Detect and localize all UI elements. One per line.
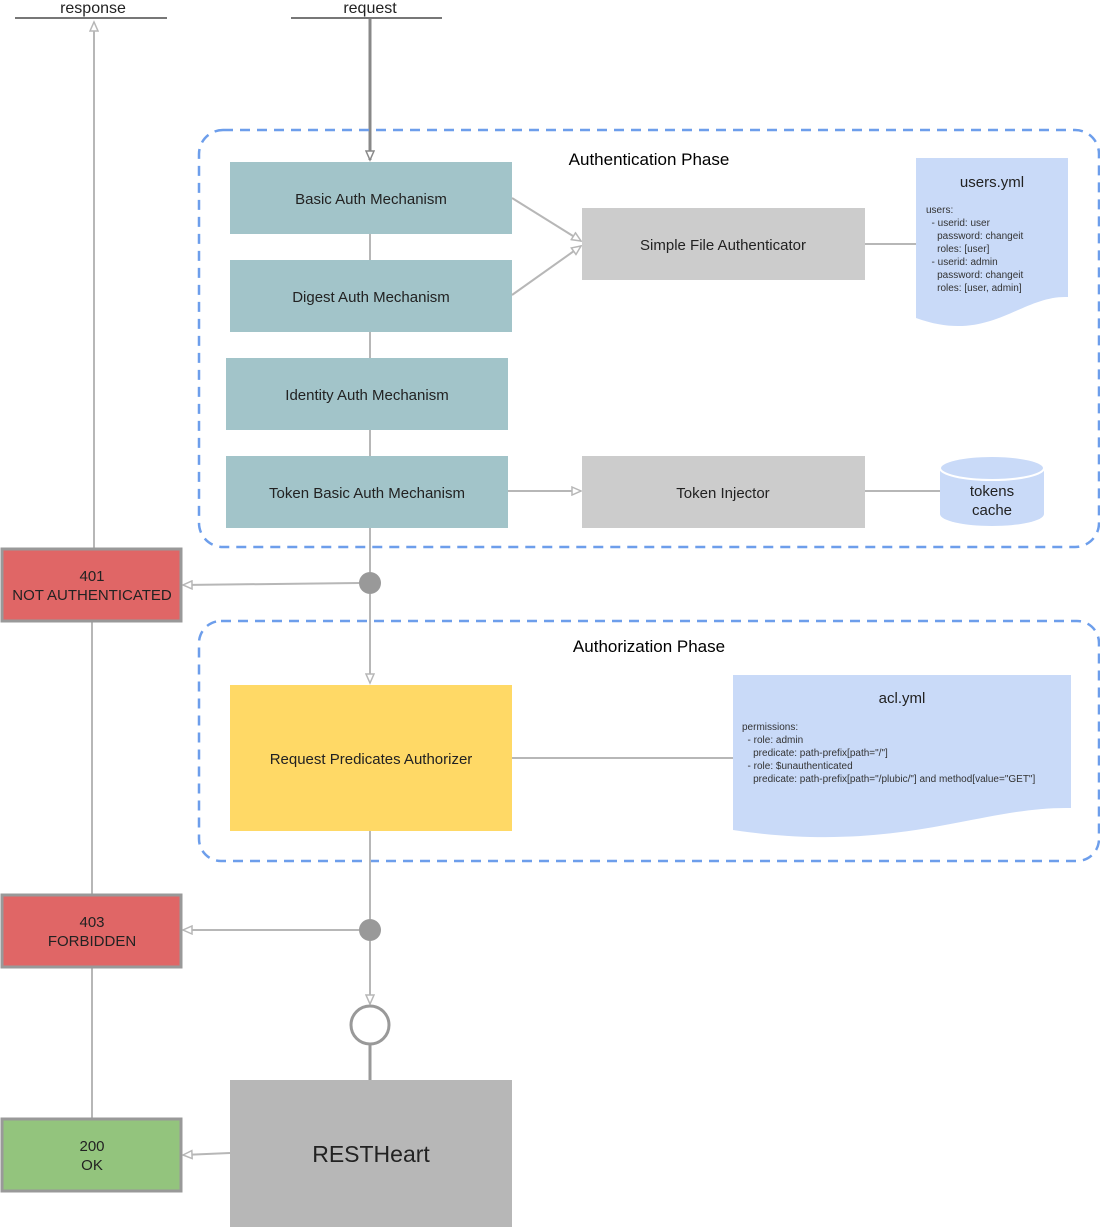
arrow-basic-to-authenticator [511,197,581,241]
authorizer-label: Request Predicates Authorizer [270,751,473,768]
code-line: predicate: path-prefix[path="/"] [742,748,888,759]
authentication-decision-node [359,572,381,594]
token-injector: Token Injector [582,456,865,528]
digest-auth-label: Digest Auth Mechanism [292,289,450,306]
token-basic-auth-mechanism: Token Basic Auth Mechanism [226,456,508,528]
basic-auth-mechanism: Basic Auth Mechanism [230,162,512,234]
request-label: request [343,0,397,17]
tokens-cache-database: tokens cache [939,455,1045,526]
response-200-box: 200 OK [0,1117,183,1193]
status-text: NOT AUTHENTICATED [12,587,172,604]
status-code: 403 [79,914,104,931]
server-interface-node [349,1004,391,1046]
tokens-cache-label: tokens [970,483,1014,500]
code-line: roles: [user] [926,244,990,255]
authorization-phase-title: Authorization Phase [573,637,725,656]
authenticator-label: Simple File Authenticator [640,237,806,254]
response-401-box: 401 NOT AUTHENTICATED [0,547,183,623]
status-code: 401 [79,568,104,585]
security-pipeline-diagram: response request Authentication Phase Ba… [0,0,1100,1227]
arrow-to-401 [183,583,360,585]
status-text: FORBIDDEN [48,933,136,950]
response-label: response [60,0,126,17]
response-403-box: 403 FORBIDDEN [0,893,183,969]
basic-auth-label: Basic Auth Mechanism [295,191,447,208]
code-line: - userid: admin [926,257,998,268]
identity-auth-mechanism: Identity Auth Mechanism [226,358,508,430]
arrow-to-200 [183,1153,231,1155]
code-line: - userid: user [926,218,991,229]
authentication-phase-title: Authentication Phase [569,150,730,169]
code-line: predicate: path-prefix[path="/plubic/"] … [742,774,1035,785]
status-code: 200 [79,1138,104,1155]
users-yml-document: users.yml users: - userid: user password… [916,158,1068,327]
request-predicates-authorizer: Request Predicates Authorizer [230,685,512,831]
code-line: permissions: [742,722,798,733]
identity-auth-label: Identity Auth Mechanism [285,387,448,404]
code-line: users: [926,205,953,216]
code-line: password: changeit [926,231,1023,242]
arrow-digest-to-authenticator [511,246,581,296]
simple-file-authenticator: Simple File Authenticator [582,208,865,280]
restheart-server: RESTHeart [230,1080,512,1227]
tokens-cache-label: cache [972,502,1012,519]
digest-auth-mechanism: Digest Auth Mechanism [230,260,512,332]
server-label: RESTHeart [312,1141,430,1167]
token-injector-label: Token Injector [676,485,769,502]
code-line: password: changeit [926,270,1023,281]
status-text: OK [81,1157,103,1174]
users-yml-title: users.yml [960,174,1024,191]
code-line: - role: admin [742,735,803,746]
acl-yml-title: acl.yml [879,690,926,707]
token-basic-auth-label: Token Basic Auth Mechanism [269,485,465,502]
authorization-decision-node [359,919,381,941]
acl-yml-document: acl.yml permissions: - role: admin predi… [733,675,1071,838]
code-line: - role: $unauthenticated [742,761,853,772]
code-line: roles: [user, admin] [926,283,1022,294]
